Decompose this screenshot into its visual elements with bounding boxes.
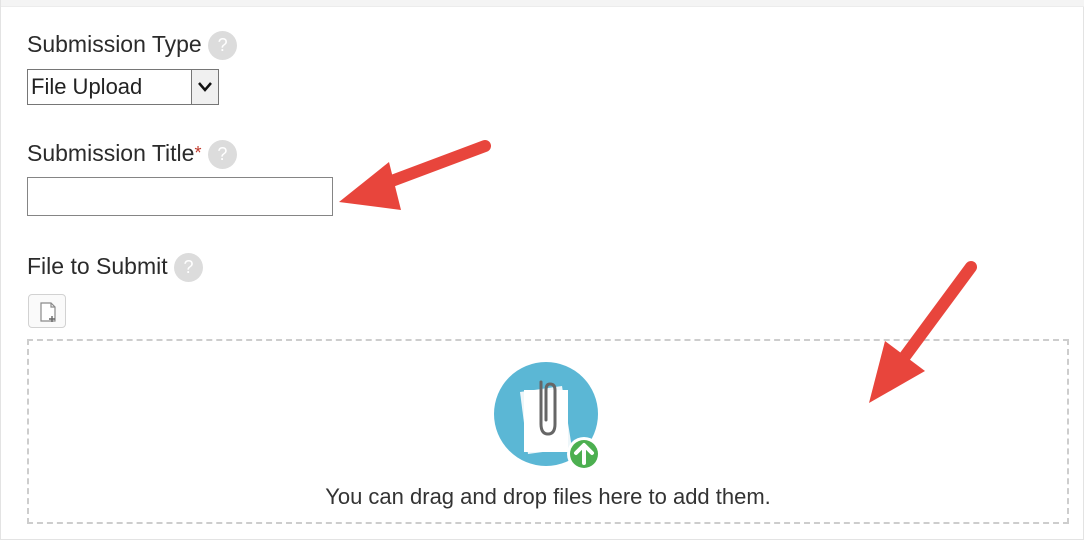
chevron-down-icon[interactable] <box>191 70 218 104</box>
file-dropzone[interactable]: You can drag and drop files here to add … <box>27 339 1069 524</box>
question-mark-icon[interactable]: ? <box>207 140 237 170</box>
submission-title-label-row: Submission Title* ? <box>27 139 237 170</box>
question-mark-icon[interactable]: ? <box>174 253 203 283</box>
paperclip-upload-icon <box>494 362 601 471</box>
dropzone-text: You can drag and drop files here to add … <box>325 484 771 509</box>
annotation-arrow-icon <box>339 140 491 210</box>
submission-title-input[interactable] <box>27 177 333 216</box>
submission-form: Submission Type ? File Upload Submission… <box>0 0 1084 540</box>
submission-title-label: Submission Title <box>27 140 195 166</box>
required-marker: * <box>194 143 202 163</box>
submission-type-select[interactable]: File Upload <box>27 69 219 105</box>
add-file-button[interactable] <box>28 294 66 328</box>
file-to-submit-label-row: File to Submit ? <box>27 252 203 283</box>
question-mark-icon[interactable]: ? <box>208 31 238 61</box>
add-file-icon <box>40 302 56 322</box>
file-to-submit-label: File to Submit <box>27 253 168 279</box>
top-divider <box>1 0 1084 7</box>
submission-type-label-row: Submission Type ? <box>27 30 238 61</box>
submission-type-label: Submission Type <box>27 31 202 57</box>
submission-type-selected-value: File Upload <box>31 74 143 99</box>
